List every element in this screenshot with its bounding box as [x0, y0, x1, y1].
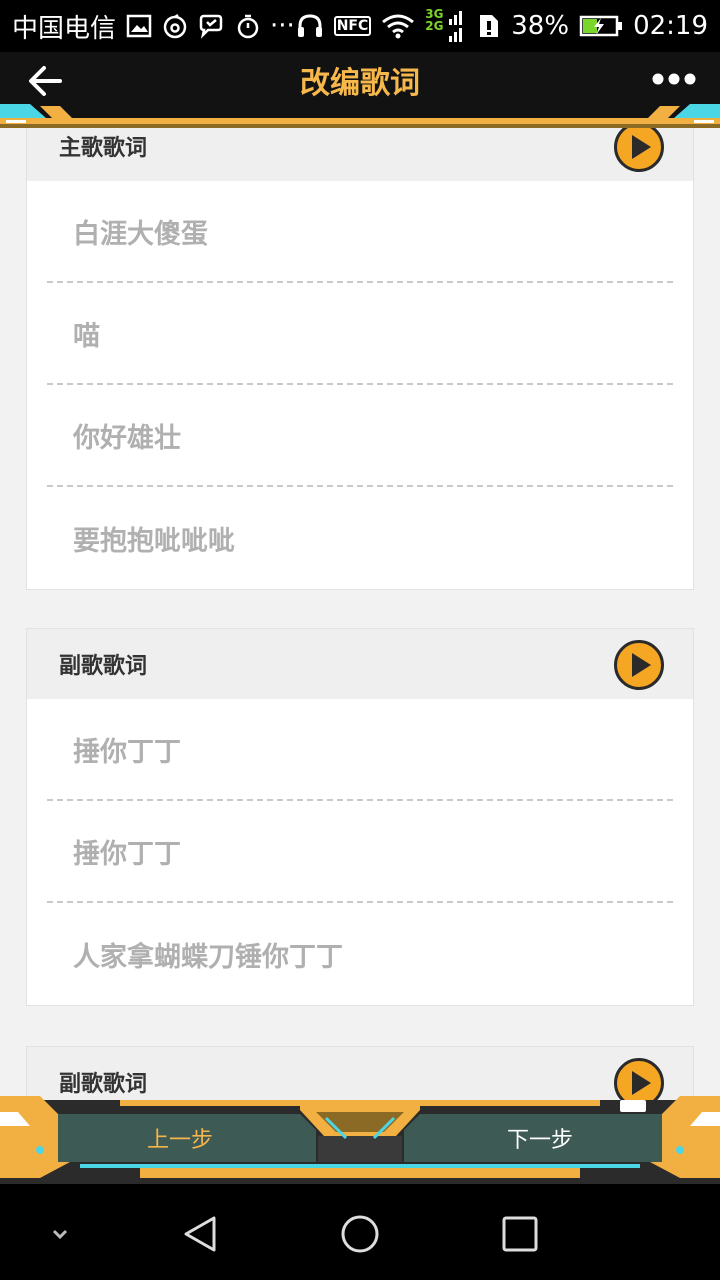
- lyric-input[interactable]: [73, 938, 673, 970]
- signal-icon: 3G 2G: [425, 6, 467, 46]
- carrier-name: 中国电信: [12, 13, 117, 44]
- more-options-button[interactable]: [650, 64, 698, 94]
- lyric-input[interactable]: [73, 733, 673, 765]
- lyric-input[interactable]: [73, 317, 673, 349]
- lyric-input[interactable]: [73, 522, 673, 554]
- section-header: 副歌歌词: [27, 629, 693, 699]
- chevron-down-icon: [52, 1229, 68, 1240]
- image-icon: [126, 13, 152, 39]
- more-dots-icon: [652, 73, 696, 85]
- app-header: 改编歌词: [0, 52, 720, 128]
- lyric-row: [47, 283, 673, 385]
- next-step-button[interactable]: 下一步: [430, 1114, 650, 1162]
- lyrics-content[interactable]: 主歌歌词 副歌歌词: [0, 128, 720, 1100]
- chat-app-icon: [198, 13, 226, 39]
- lyric-row: [47, 385, 673, 487]
- sim-alert-icon: [477, 12, 501, 40]
- play-button[interactable]: [613, 128, 665, 173]
- section-header: 主歌歌词: [27, 128, 693, 181]
- lyric-input[interactable]: [73, 419, 673, 451]
- stopwatch-icon: [236, 13, 260, 39]
- previous-step-button[interactable]: 上一步: [70, 1114, 290, 1162]
- lyric-row: [47, 487, 673, 589]
- battery-percent: 38%: [511, 11, 570, 41]
- home-nav-button[interactable]: [332, 1206, 388, 1262]
- chorus-lyrics-card: 副歌歌词: [26, 628, 694, 1006]
- home-circle-icon: [341, 1215, 379, 1253]
- play-button[interactable]: [613, 639, 665, 691]
- play-icon: [614, 640, 664, 690]
- nfc-icon: NFC: [333, 16, 372, 36]
- wifi-icon: [381, 13, 415, 39]
- header-decoration: [0, 104, 720, 128]
- lyric-row: [47, 801, 673, 903]
- network-type-2g: 2G: [425, 19, 444, 33]
- music-app-icon: [162, 13, 188, 39]
- back-triangle-icon: [184, 1216, 216, 1252]
- lyric-row: [47, 903, 673, 1005]
- more-notifications: ···: [270, 11, 295, 41]
- lyric-input[interactable]: [73, 215, 673, 247]
- nfc-label: NFC: [336, 18, 369, 34]
- recents-nav-button[interactable]: [492, 1206, 548, 1262]
- clock: 02:19: [633, 11, 708, 41]
- status-bar: 中国电信 ··· NFC 3G 2G 38% 02:19: [0, 0, 720, 52]
- verse-lyrics-card: 主歌歌词: [26, 128, 694, 590]
- recents-square-icon: [502, 1216, 538, 1252]
- lyric-row: [47, 181, 673, 283]
- step-action-bar: 上一步 下一步: [0, 1092, 720, 1184]
- headphones-icon: [296, 13, 324, 39]
- section-title: 副歌歌词: [59, 654, 148, 679]
- system-nav-bar: [0, 1184, 720, 1280]
- hide-keyboard-button[interactable]: [32, 1206, 88, 1262]
- page-title: 改编歌词: [300, 66, 420, 101]
- section-title: 主歌歌词: [59, 136, 148, 161]
- lyric-row: [47, 699, 673, 801]
- battery-charging-icon: [579, 14, 623, 38]
- lyric-input[interactable]: [73, 835, 673, 867]
- play-icon: [614, 128, 664, 172]
- back-nav-button[interactable]: [172, 1206, 228, 1262]
